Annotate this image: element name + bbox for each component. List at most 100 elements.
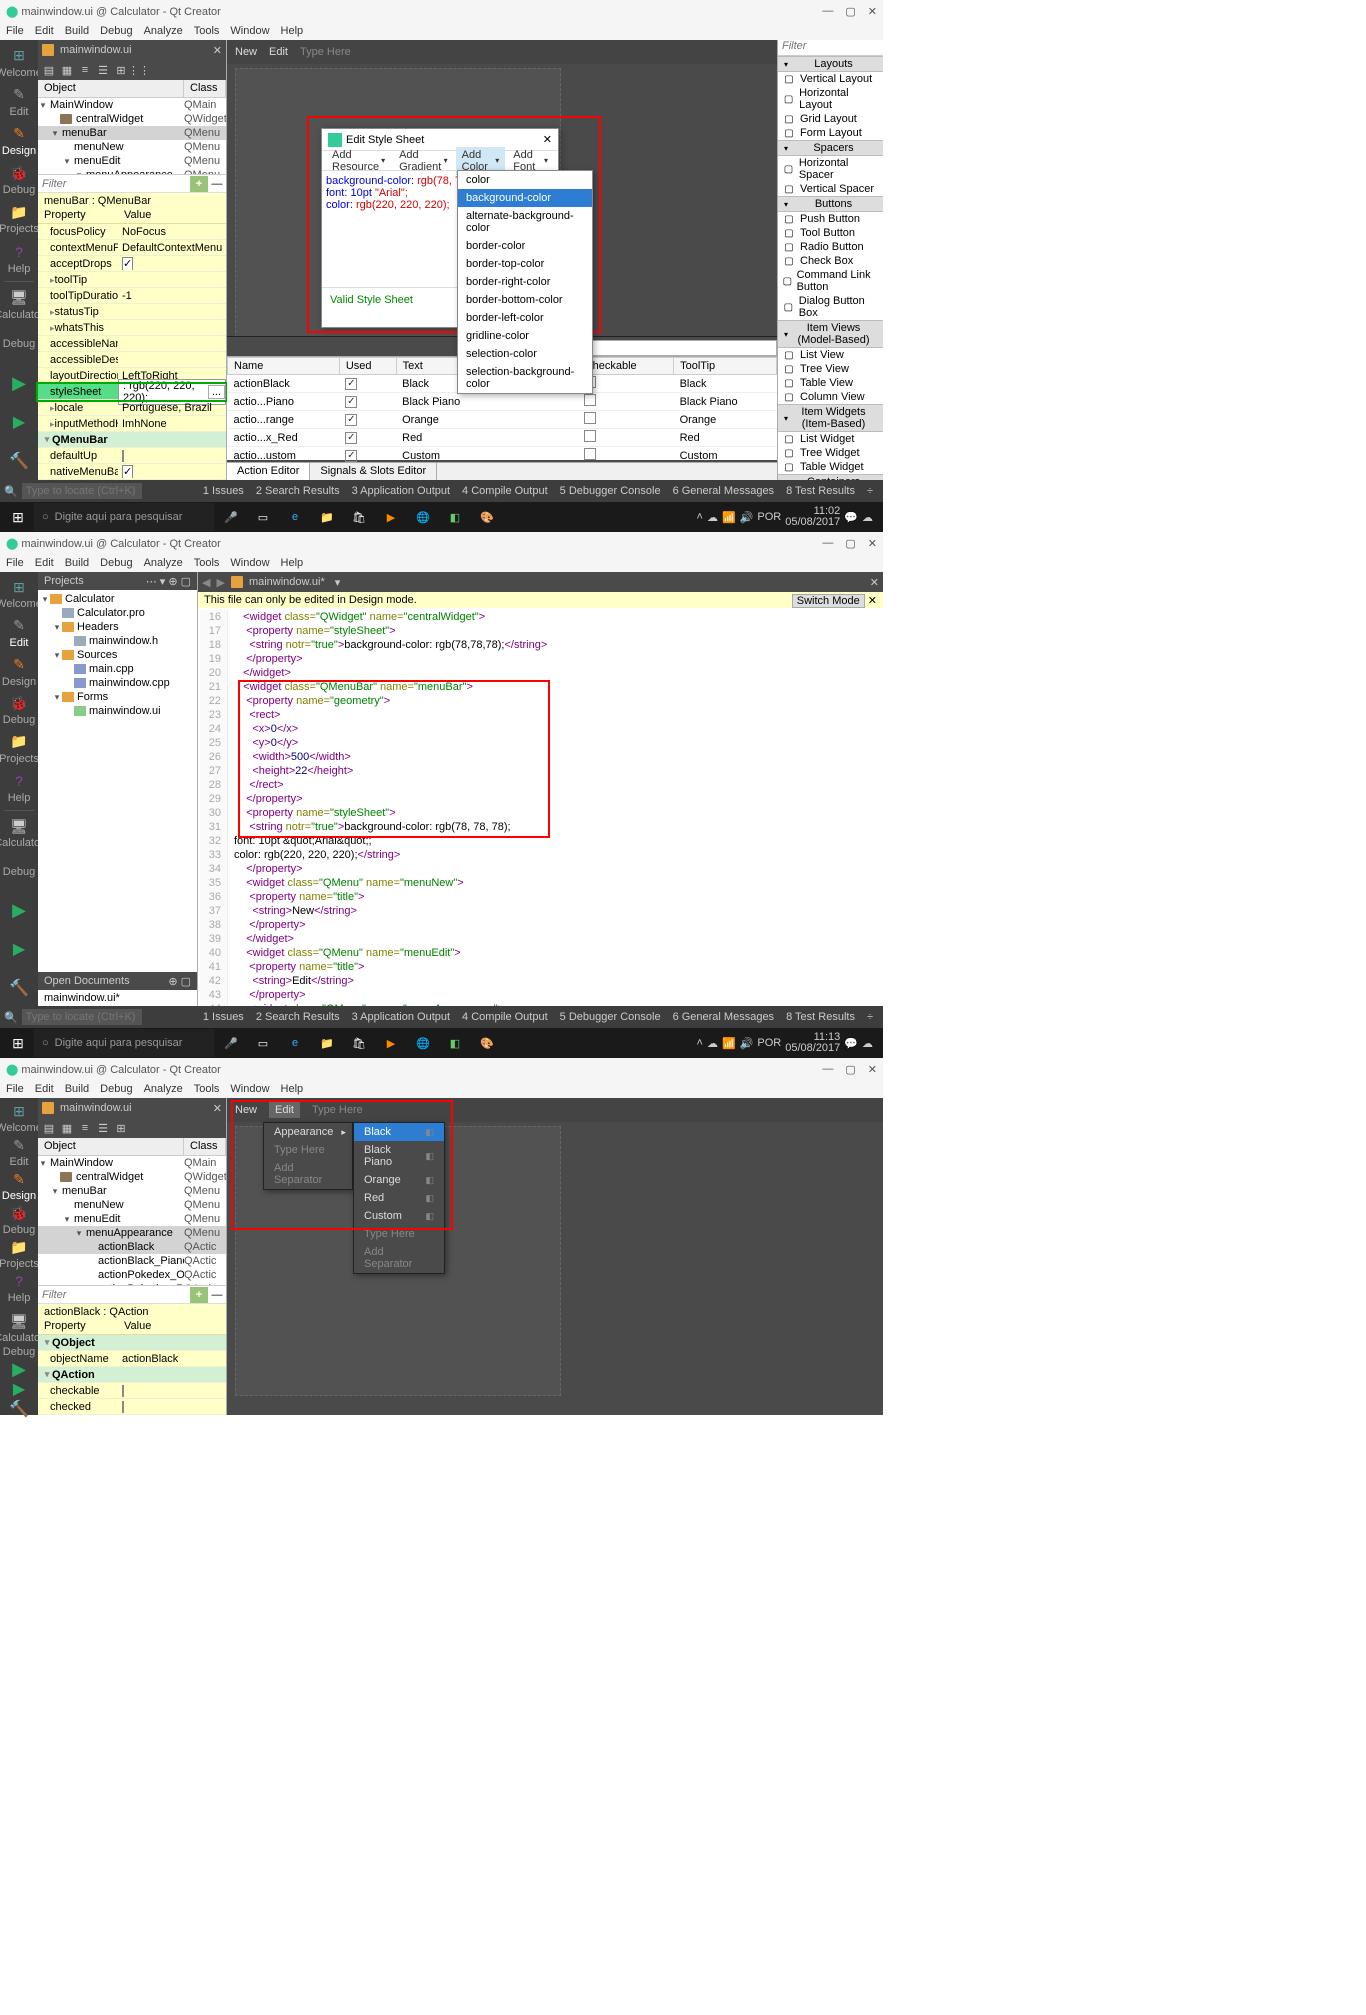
- preview-menu-new[interactable]: New: [235, 46, 257, 58]
- menu-item[interactable]: Appearance▸: [264, 1123, 352, 1141]
- project-tree[interactable]: ▾CalculatorCalculator.pro▾Headersmainwin…: [38, 590, 197, 972]
- status-tab[interactable]: 6 General Messages: [667, 483, 781, 499]
- nav-back-icon[interactable]: ◀: [202, 576, 210, 589]
- tool-icon[interactable]: ▤: [42, 63, 56, 77]
- status-tab[interactable]: 8 Test Results: [780, 1009, 861, 1025]
- rail-projects[interactable]: 📁Projects: [0, 201, 38, 238]
- rail-design[interactable]: ✎Design: [0, 653, 38, 690]
- menu-help[interactable]: Help: [281, 557, 304, 569]
- menu-item[interactable]: Black Piano◧: [354, 1141, 444, 1171]
- color-option[interactable]: selection-background-color: [458, 363, 592, 393]
- tree-row[interactable]: actionBlack_PianoQActic: [38, 1254, 226, 1268]
- code-line[interactable]: 31 <string notr="true">background-color:…: [200, 820, 881, 834]
- menu-analyze[interactable]: Analyze: [144, 25, 183, 37]
- project-tree-item[interactable]: ▾Sources: [40, 648, 195, 662]
- explorer-icon[interactable]: 📁: [312, 503, 342, 531]
- menu-help[interactable]: Help: [281, 25, 304, 37]
- notification-tray-icon[interactable]: 💬: [844, 511, 858, 524]
- widget-item[interactable]: ▢Grid Layout: [778, 112, 883, 126]
- menu-item[interactable]: Add Separator: [264, 1159, 352, 1189]
- design-canvas[interactable]: New Edit Type Here Edit Style Sheet ✕ Ad…: [227, 40, 777, 480]
- menu-item[interactable]: Add Separator: [354, 1243, 444, 1273]
- preview-menu-edit[interactable]: Edit: [269, 1102, 300, 1118]
- project-tree-item[interactable]: main.cpp: [40, 662, 195, 676]
- code-line[interactable]: 23 <rect>: [200, 708, 881, 722]
- code-line[interactable]: 29 </property>: [200, 792, 881, 806]
- status-tab[interactable]: 8 Test Results: [780, 483, 861, 499]
- tool-icon[interactable]: ⊞: [114, 1121, 128, 1135]
- code-line[interactable]: 44 <widget class="QMenu" name="menuAppea…: [200, 1002, 881, 1006]
- store-icon[interactable]: 🛍: [344, 503, 374, 531]
- widget-category[interactable]: ▾Spacers: [778, 140, 883, 156]
- code-line[interactable]: 38 </property>: [200, 918, 881, 932]
- column-header[interactable]: Name: [228, 358, 340, 375]
- locate-input[interactable]: [22, 1009, 142, 1025]
- build-config[interactable]: Debug: [0, 1346, 38, 1358]
- menu-window[interactable]: Window: [230, 25, 269, 37]
- close-button[interactable]: ✕: [868, 1063, 877, 1076]
- run-debug-button[interactable]: ▶: [0, 404, 38, 441]
- close-button[interactable]: ✕: [868, 5, 877, 18]
- property-row[interactable]: contextMenuP...DefaultContextMenu: [38, 240, 226, 256]
- code-line[interactable]: 20 </widget>: [200, 666, 881, 680]
- menu-tools[interactable]: Tools: [194, 1083, 220, 1095]
- color-option[interactable]: border-left-color: [458, 309, 592, 327]
- status-expand-icon[interactable]: ÷: [861, 483, 879, 499]
- status-tab[interactable]: 3 Application Output: [346, 483, 456, 499]
- close-icon[interactable]: ✕: [213, 1102, 222, 1115]
- code-line[interactable]: 26 <width>500</width>: [200, 750, 881, 764]
- menu-build[interactable]: Build: [65, 557, 89, 569]
- project-tree-item[interactable]: mainwindow.h: [40, 634, 195, 648]
- taskview-icon[interactable]: ▭: [248, 1029, 278, 1057]
- property-row[interactable]: toolTipDuration-1: [38, 288, 226, 304]
- wifi-tray-icon[interactable]: 📶: [722, 511, 736, 524]
- dialog-close-icon[interactable]: ✕: [543, 133, 552, 146]
- property-row[interactable]: accessibleName: [38, 336, 226, 352]
- tree-row[interactable]: menuNewQMenu: [38, 140, 226, 154]
- switch-mode-button[interactable]: Switch Mode: [792, 594, 865, 608]
- status-tab[interactable]: 4 Compile Output: [456, 1009, 554, 1025]
- banner-close-icon[interactable]: ✕: [868, 595, 877, 607]
- panel-controls[interactable]: ⊕ ▢: [168, 975, 191, 988]
- chrome-icon[interactable]: 🌐: [408, 503, 438, 531]
- tab-action-editor[interactable]: Action Editor: [227, 463, 310, 480]
- code-line[interactable]: 24 <x>0</x>: [200, 722, 881, 736]
- rail-welcome[interactable]: ⊞Welcome: [0, 576, 38, 613]
- qaction-category[interactable]: ▾QAction: [38, 1367, 226, 1383]
- action-row[interactable]: actio...x_RedRedRed: [228, 429, 777, 447]
- widget-item[interactable]: ▢Table View: [778, 376, 883, 390]
- tree-row[interactable]: centralWidgetQWidget: [38, 112, 226, 126]
- tool-icon[interactable]: ☰: [96, 1121, 110, 1135]
- code-line[interactable]: 35 <widget class="QMenu" name="menuNew">: [200, 876, 881, 890]
- menu-window[interactable]: Window: [230, 1083, 269, 1095]
- menu-file[interactable]: File: [6, 25, 24, 37]
- design-canvas[interactable]: New Edit Type Here Appearance▸Type HereA…: [227, 1098, 883, 1415]
- mic-icon[interactable]: 🎤: [216, 1029, 246, 1057]
- status-expand-icon[interactable]: ÷: [861, 1009, 879, 1025]
- run-button[interactable]: ▶: [0, 1360, 38, 1378]
- open-doc-item[interactable]: mainwindow.ui*: [38, 990, 197, 1006]
- property-row[interactable]: ▸localePortuguese, Brazil: [38, 400, 226, 416]
- tool-icon[interactable]: ▤: [42, 1121, 56, 1135]
- start-button[interactable]: ⊞: [4, 1029, 32, 1057]
- widget-item[interactable]: ▢Column View: [778, 390, 883, 404]
- menu-item[interactable]: Type Here: [354, 1225, 444, 1243]
- doc-tab-label[interactable]: mainwindow.ui: [60, 44, 132, 56]
- weather-tray-icon[interactable]: ☁: [862, 1037, 873, 1050]
- rail-welcome[interactable]: ⊞Welcome: [0, 1102, 38, 1134]
- menu-tools[interactable]: Tools: [194, 557, 220, 569]
- widget-item[interactable]: ▢Form Layout: [778, 126, 883, 140]
- rail-debug[interactable]: 🐞Debug: [0, 162, 38, 199]
- code-line[interactable]: 41 <property name="title">: [200, 960, 881, 974]
- property-row[interactable]: defaultUp: [38, 448, 226, 464]
- remove-object-button[interactable]: —: [208, 178, 226, 190]
- build-button[interactable]: 🔨: [0, 969, 38, 1006]
- code-line[interactable]: 17 <property name="styleSheet">: [200, 624, 881, 638]
- code-line[interactable]: 32font: 10pt &quot;Arial&quot;;: [200, 834, 881, 848]
- color-option[interactable]: background-color: [458, 189, 592, 207]
- lang-indicator[interactable]: POR: [757, 1037, 781, 1049]
- menu-file[interactable]: File: [6, 1083, 24, 1095]
- run-button[interactable]: ▶: [0, 364, 38, 401]
- menu-edit[interactable]: Edit: [35, 557, 54, 569]
- preview-menu-edit[interactable]: Edit: [269, 46, 288, 58]
